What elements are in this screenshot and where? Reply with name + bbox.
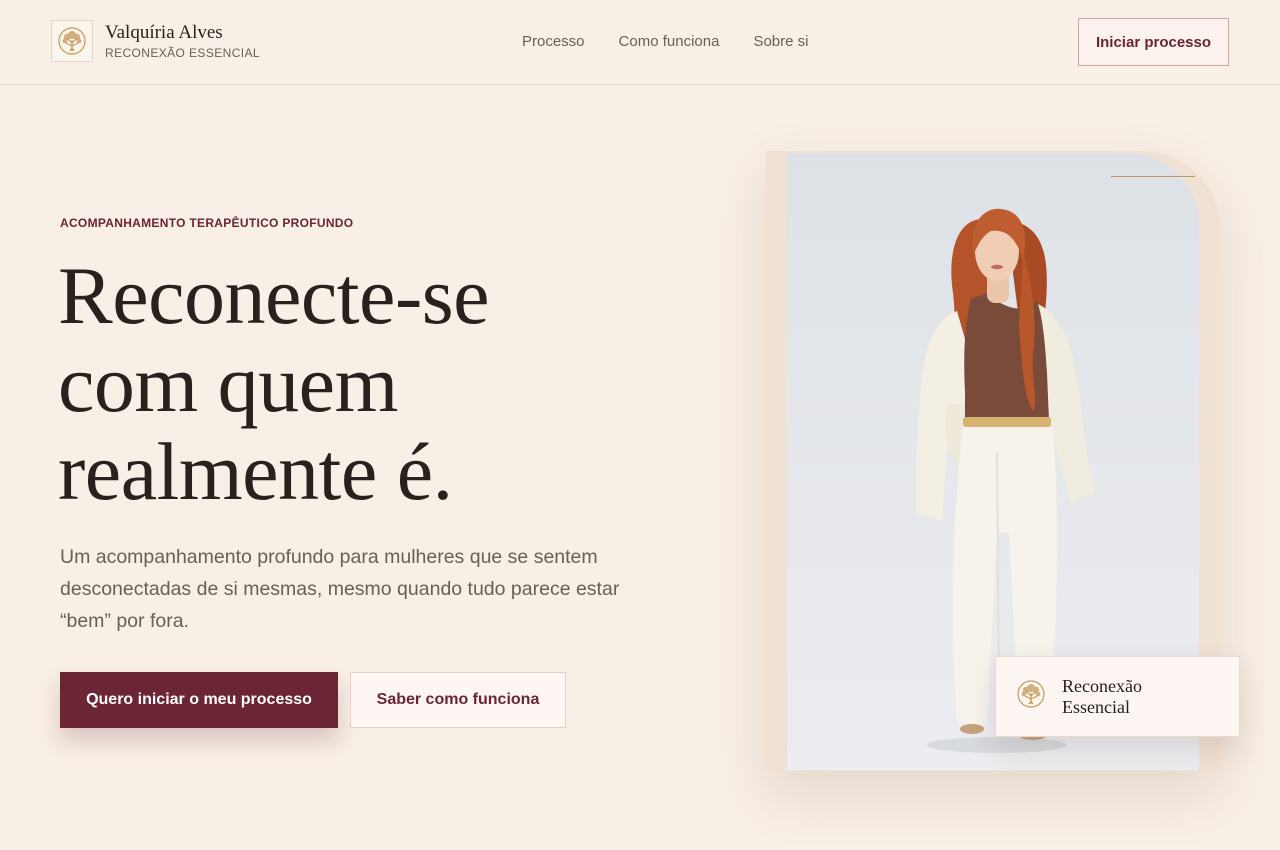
reconexao-essencial-badge: Reconexão Essencial	[995, 656, 1240, 737]
headline-line-1: Reconecte-se	[58, 250, 490, 341]
badge-line-2: Essencial	[1062, 696, 1130, 717]
brand-text: Valquíria Alves RECONEXÃO ESSENCIAL	[105, 22, 260, 61]
hero-headline: Reconecte-se com quem realmente é.	[58, 252, 678, 516]
start-process-button[interactable]: Iniciar processo	[1078, 18, 1229, 66]
tree-of-life-icon	[51, 20, 93, 62]
brand-subtitle: RECONEXÃO ESSENCIAL	[105, 45, 260, 60]
tree-of-life-icon	[1016, 679, 1046, 714]
hero-eyebrow: ACOMPANHAMENTO TERAPÊUTICO PROFUNDO	[60, 216, 354, 230]
how-it-works-button[interactable]: Saber como funciona	[350, 672, 566, 728]
nav-link-como-funciona[interactable]: Como funciona	[619, 32, 720, 52]
main-nav: Processo Como funciona Sobre si	[522, 32, 808, 52]
start-my-process-button[interactable]: Quero iniciar o meu processo	[60, 672, 338, 728]
nav-link-processo[interactable]: Processo	[522, 32, 585, 52]
brand[interactable]: Valquíria Alves RECONEXÃO ESSENCIAL	[51, 20, 260, 62]
headline-line-3: realmente é.	[58, 426, 453, 517]
hero-lead: Um acompanhamento profundo para mulheres…	[60, 546, 620, 632]
decorative-gold-line	[1111, 176, 1195, 177]
badge-line-1: Reconexão	[1062, 675, 1142, 696]
headline-line-2: com quem	[58, 338, 398, 429]
badge-text: Reconexão Essencial	[1062, 676, 1142, 718]
site-header: Valquíria Alves RECONEXÃO ESSENCIAL Proc…	[0, 0, 1280, 85]
brand-name: Valquíria Alves	[105, 21, 223, 43]
nav-link-sobre-si[interactable]: Sobre si	[753, 32, 808, 52]
